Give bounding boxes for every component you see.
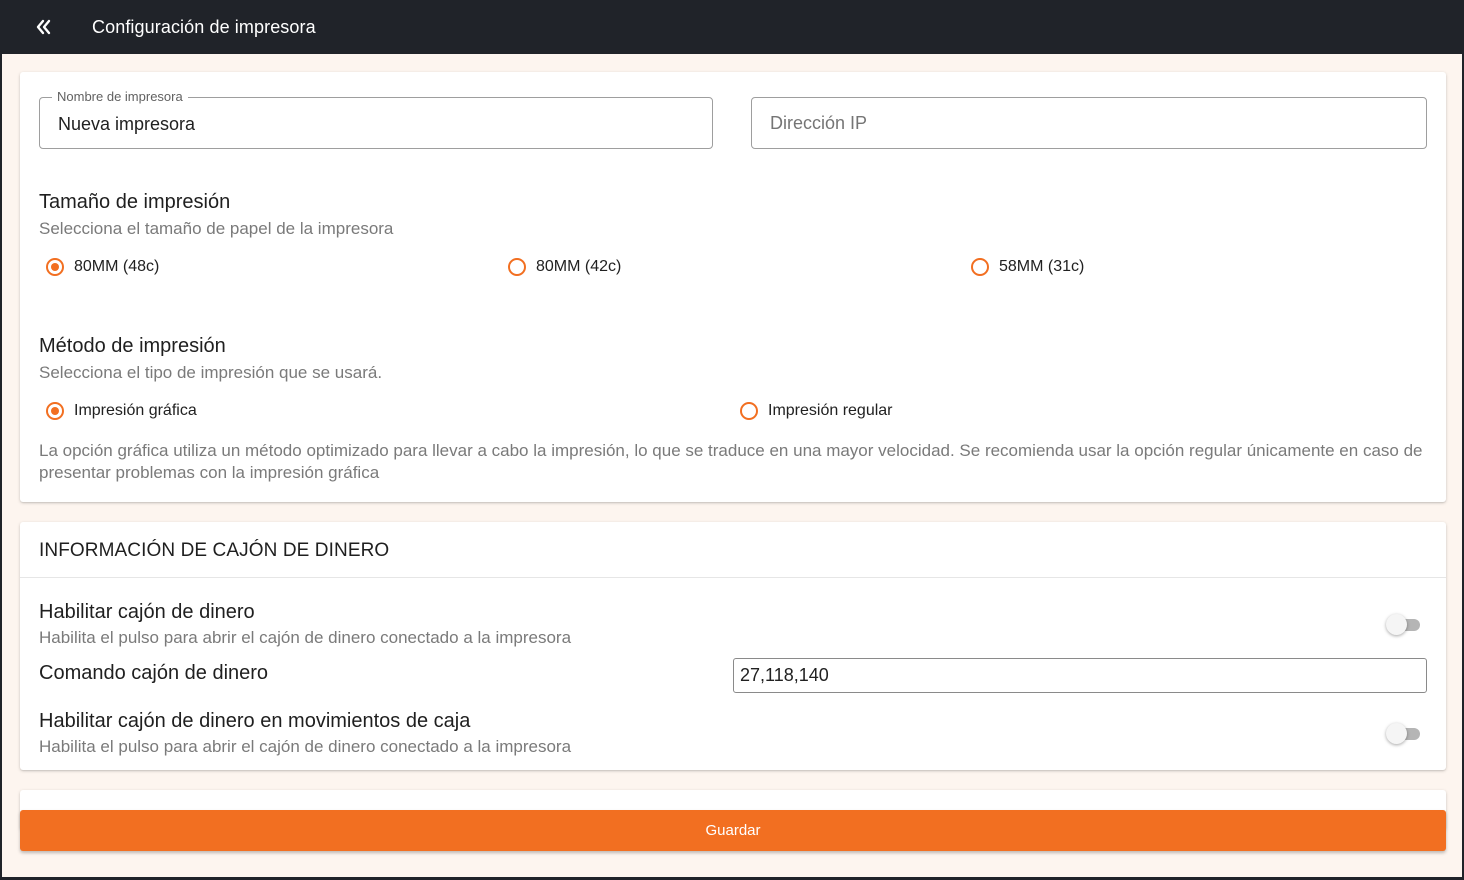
enable-drawer-toggle[interactable] bbox=[1386, 614, 1422, 635]
print-method-subtitle: Selecciona el tipo de impresión que se u… bbox=[39, 363, 383, 382]
printer-name-field[interactable]: Nombre de impresora Nueva impresora bbox=[39, 89, 713, 149]
radio-label: 58MM (31c) bbox=[999, 258, 1085, 275]
radio-unchecked-icon bbox=[971, 258, 989, 276]
print-method-note: La opción gráfica utiliza un método opti… bbox=[39, 441, 1423, 482]
cash-drawer-heading: INFORMACIÓN DE CAJÓN DE DINERO bbox=[39, 540, 390, 561]
print-method-title: Método de impresión bbox=[39, 335, 226, 357]
radio-regular-printing[interactable]: Impresión regular bbox=[740, 402, 893, 420]
printer-name-value[interactable]: Nueva impresora bbox=[58, 114, 195, 135]
radio-80mm-48c[interactable]: 80MM (48c) bbox=[46, 258, 159, 276]
radio-80mm-42c[interactable]: 80MM (42c) bbox=[508, 258, 621, 276]
movements-drawer-subtitle: Habilita el pulso para abrir el cajón de… bbox=[39, 737, 572, 756]
radio-label: Impresión gráfica bbox=[74, 402, 197, 419]
enable-drawer-subtitle: Habilita el pulso para abrir el cajón de… bbox=[39, 628, 572, 647]
ip-address-field[interactable]: Dirección IP bbox=[751, 97, 1427, 149]
radio-graphic-printing[interactable]: Impresión gráfica bbox=[46, 402, 197, 420]
top-app-bar: Configuración de impresora bbox=[0, 0, 1464, 54]
ip-address-placeholder[interactable]: Dirección IP bbox=[770, 113, 867, 134]
drawer-command-label: Comando cajón de dinero bbox=[39, 662, 269, 684]
frame-border-left bbox=[0, 54, 2, 880]
radio-label: Impresión regular bbox=[768, 402, 893, 419]
save-button[interactable]: Guardar bbox=[20, 810, 1446, 851]
radio-checked-icon bbox=[46, 402, 64, 420]
double-chevron-left-icon bbox=[36, 19, 51, 35]
cash-drawer-header: INFORMACIÓN DE CAJÓN DE DINERO bbox=[20, 522, 1446, 578]
printer-name-label: Nombre de impresora bbox=[52, 89, 188, 104]
radio-label: 80MM (48c) bbox=[74, 258, 160, 275]
radio-58mm-31c[interactable]: 58MM (31c) bbox=[971, 258, 1084, 276]
toggle-thumb bbox=[1386, 723, 1407, 744]
drawer-command-input[interactable] bbox=[733, 658, 1427, 693]
radio-label: 80MM (42c) bbox=[536, 258, 622, 275]
movements-drawer-title: Habilitar cajón de dinero en movimientos… bbox=[39, 710, 471, 732]
printer-settings-card: Nombre de impresora Nueva impresora Dire… bbox=[20, 72, 1446, 502]
page-title: Configuración de impresora bbox=[92, 16, 316, 37]
print-size-subtitle: Selecciona el tamaño de papel de la impr… bbox=[39, 219, 394, 238]
back-button[interactable] bbox=[24, 7, 64, 47]
radio-unchecked-icon bbox=[508, 258, 526, 276]
enable-drawer-title: Habilitar cajón de dinero bbox=[39, 601, 255, 623]
movements-drawer-toggle[interactable] bbox=[1386, 723, 1422, 744]
radio-unchecked-icon bbox=[740, 402, 758, 420]
radio-checked-icon bbox=[46, 258, 64, 276]
print-size-title: Tamaño de impresión bbox=[39, 191, 231, 213]
toggle-thumb bbox=[1386, 614, 1407, 635]
cash-drawer-card: INFORMACIÓN DE CAJÓN DE DINERO Habilitar… bbox=[20, 522, 1446, 770]
